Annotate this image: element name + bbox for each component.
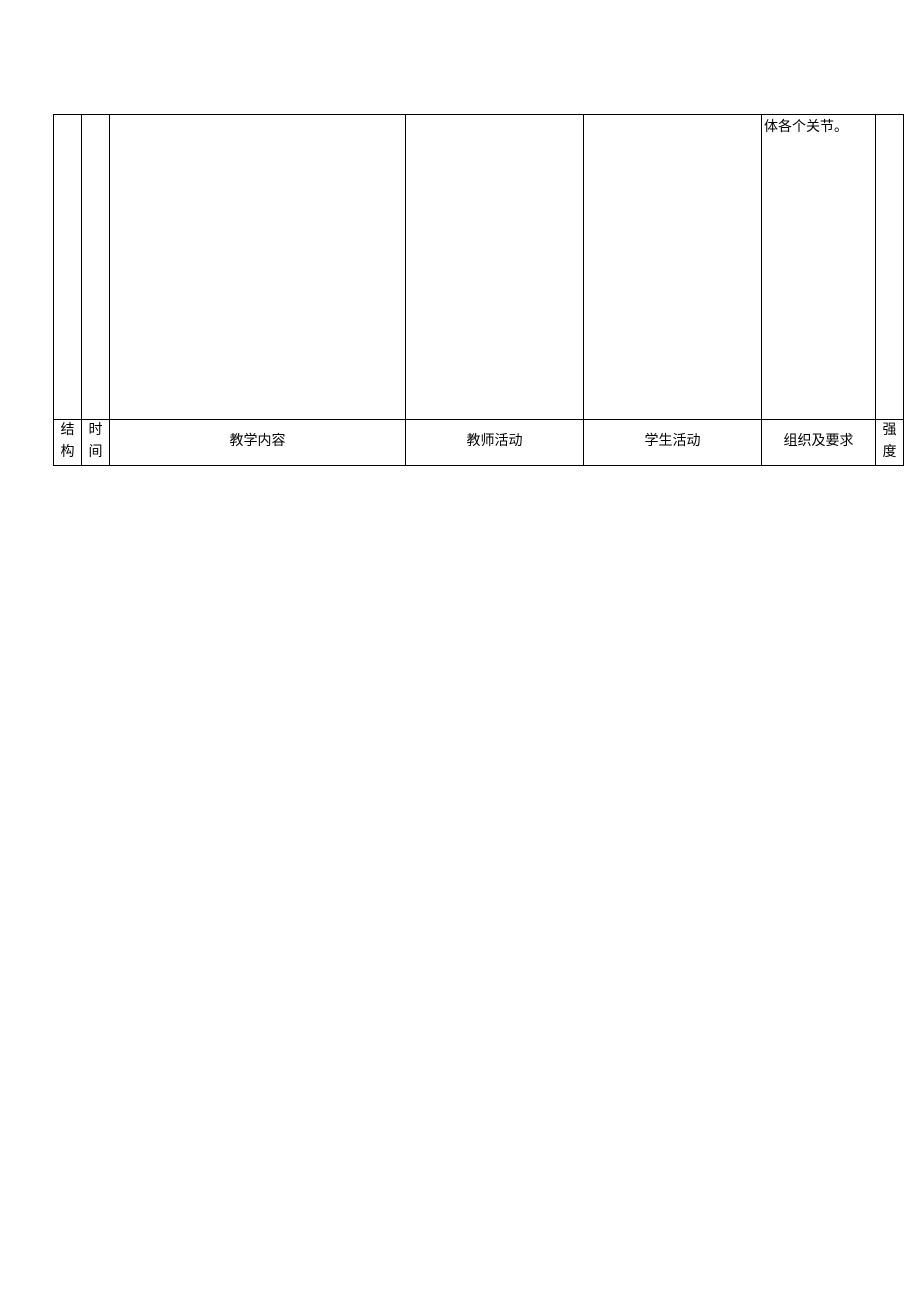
cell-student-body: [584, 115, 762, 420]
header-time-char2: 间: [82, 442, 109, 464]
cell-org-body: 体各个关节。: [762, 115, 876, 420]
cell-intensity-body: [876, 115, 904, 420]
cell-content-body: [110, 115, 406, 420]
table-header-row: 结 构 时 间 教学内容 教师活动 学生活动 组织及要求 强度: [54, 420, 904, 466]
document-page: 体各个关节。 结 构 时 间 教学内容 教师活动 学生活动 组织及要求 强度: [0, 0, 920, 1301]
header-teaching-content: 教学内容: [110, 420, 406, 466]
table-body-row: 体各个关节。: [54, 115, 904, 420]
header-teacher-activity: 教师活动: [406, 420, 584, 466]
lesson-plan-table: 体各个关节。 结 构 时 间 教学内容 教师活动 学生活动 组织及要求 强度: [53, 114, 904, 466]
header-organization: 组织及要求: [762, 420, 876, 466]
header-structure: 结 构: [54, 420, 82, 466]
cell-teacher-body: [406, 115, 584, 420]
cell-structure-body: [54, 115, 82, 420]
header-time: 时 间: [82, 420, 110, 466]
header-time-char1: 时: [82, 420, 109, 442]
cell-time-body: [82, 115, 110, 420]
cell-org-note: 体各个关节。: [762, 115, 875, 138]
header-student-activity: 学生活动: [584, 420, 762, 466]
header-structure-char2: 构: [54, 442, 81, 464]
header-intensity: 强度: [876, 420, 904, 466]
header-structure-char1: 结: [54, 420, 81, 442]
